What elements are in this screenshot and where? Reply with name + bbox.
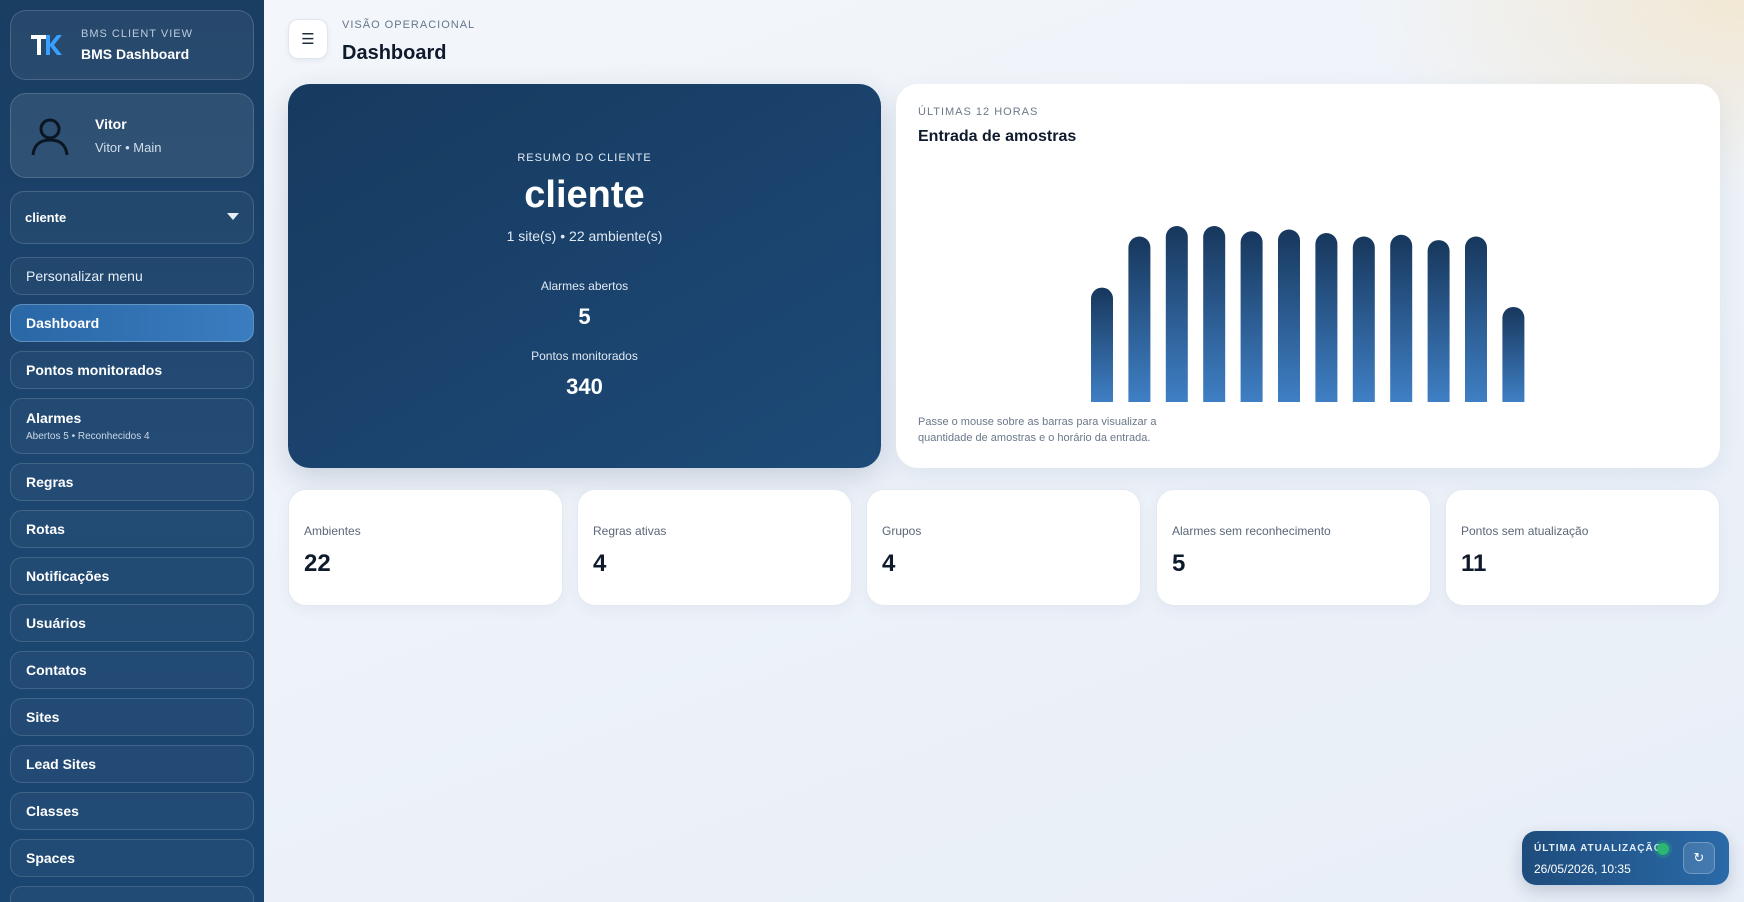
stat-value: 22 [304, 550, 331, 577]
chart-bar[interactable] [1240, 231, 1263, 402]
sidebar-item-label: Sites [26, 709, 60, 725]
open-alarms-label: Alarmes abertos [540, 279, 629, 293]
customize-menu-button[interactable]: Personalizar menu [10, 257, 254, 295]
sidebar-item-rotas[interactable]: Rotas [10, 510, 254, 548]
sidebar-item-pontos-monitorados[interactable]: Pontos monitorados [10, 351, 254, 389]
sidebar-item-label: Contatos [26, 662, 87, 678]
stat-card-grupos: Grupos 4 [866, 489, 1141, 606]
client-select-value: cliente [25, 210, 67, 225]
chart-bar[interactable] [1502, 306, 1525, 402]
last-update-time: 26/05/2026, 10:35 [1534, 862, 1631, 876]
client-select[interactable]: cliente [10, 191, 254, 244]
client-summary-card: RESUMO DO CLIENTE cliente 1 site(s) • 22… [288, 84, 881, 468]
sidebar-item-contatos[interactable]: Contatos [10, 651, 254, 689]
stat-card-pontos-sem-atualizacao: Pontos sem atualização 11 [1445, 489, 1720, 606]
sidebar-item-classes[interactable]: Classes [10, 792, 254, 830]
last-update-label: ÚLTIMA ATUALIZAÇÃO [1534, 843, 1663, 854]
user-card[interactable]: Vitor Vitor • Main [10, 93, 254, 178]
sidebar-item-more[interactable] [10, 886, 254, 902]
samples-bar-chart [1091, 226, 1525, 402]
stat-value: 5 [1172, 550, 1186, 577]
sidebar-nav: Personalizar menu Dashboard Pontos monit… [10, 257, 254, 902]
tk-logo-icon [29, 29, 67, 61]
chevron-down-icon [227, 213, 239, 220]
page-kicker: VISÃO OPERACIONAL [342, 19, 476, 31]
customize-menu-label: Personalizar menu [26, 268, 143, 284]
monitored-points-value: 340 [566, 374, 603, 399]
refresh-icon: ↻ [1693, 850, 1705, 865]
sidebar-item-label: Regras [26, 474, 74, 490]
sidebar-item-label: Lead Sites [26, 756, 97, 772]
menu-toggle-button[interactable]: ☰ [288, 19, 328, 59]
monitored-points-label: Pontos monitorados [531, 349, 638, 363]
stat-label: Pontos sem atualização [1461, 524, 1589, 538]
refresh-button[interactable]: ↻ [1683, 842, 1715, 874]
summary-kicker: RESUMO DO CLIENTE [517, 152, 652, 164]
hamburger-icon: ☰ [301, 31, 315, 48]
chart-bar[interactable] [1390, 234, 1413, 402]
stat-card-alarmes-sem-reconhecimento: Alarmes sem reconhecimento 5 [1156, 489, 1431, 606]
stat-label: Alarmes sem reconhecimento [1172, 524, 1331, 538]
sidebar-item-regras[interactable]: Regras [10, 463, 254, 501]
user-avatar-icon [29, 115, 71, 157]
sidebar-item-label: Notificações [26, 568, 110, 584]
sidebar-item-label: Rotas [26, 521, 65, 537]
sidebar-item-notificacoes[interactable]: Notificações [10, 557, 254, 595]
stat-label: Grupos [882, 524, 922, 538]
sidebar-item-sites[interactable]: Sites [10, 698, 254, 736]
chart-bar[interactable] [1128, 236, 1151, 402]
user-sub: Vitor • Main [95, 140, 162, 155]
brand-kicker: BMS CLIENT VIEW [81, 28, 193, 40]
stat-label: Ambientes [304, 524, 361, 538]
status-dot-icon [1657, 843, 1669, 855]
brand-title: BMS Dashboard [81, 46, 190, 62]
last-update-widget: ÚLTIMA ATUALIZAÇÃO 26/05/2026, 10:35 ↻ [1522, 831, 1729, 885]
sidebar-item-label: Alarmes [26, 410, 82, 426]
chart-hint: Passe o mouse sobre as barras para visua… [918, 416, 1157, 444]
sidebar-item-usuarios[interactable]: Usuários [10, 604, 254, 642]
chart-bar[interactable] [1352, 236, 1375, 402]
stat-value: 4 [882, 550, 896, 577]
user-name: Vitor [95, 116, 127, 132]
page-title: Dashboard [342, 42, 447, 64]
sidebar-item-label: Spaces [26, 850, 76, 866]
chart-bar[interactable] [1465, 236, 1487, 402]
sidebar-item-label: Dashboard [26, 315, 100, 331]
sidebar-item-label: Usuários [26, 615, 86, 631]
sidebar-item-spaces[interactable]: Spaces [10, 839, 254, 877]
chart-bar[interactable] [1203, 226, 1226, 402]
samples-chart-card: ÚLTIMAS 12 HORAS Entrada de amostras Pas… [896, 84, 1720, 468]
sidebar: BMS CLIENT VIEW BMS Dashboard Vitor Vito… [0, 0, 264, 902]
stat-label: Regras ativas [593, 524, 667, 538]
sidebar-item-label: Pontos monitorados [26, 362, 163, 378]
chart-bar[interactable] [1278, 229, 1300, 402]
stat-value: 4 [593, 550, 607, 577]
sidebar-item-alarmes[interactable]: Alarmes Abertos 5 • Reconhecidos 4 [10, 398, 254, 454]
chart-bar[interactable] [1165, 226, 1188, 402]
stat-value: 11 [1461, 550, 1487, 577]
chart-bar[interactable] [1315, 233, 1338, 402]
open-alarms-value: 5 [578, 304, 591, 329]
chart-bar[interactable] [1091, 287, 1113, 402]
sidebar-item-lead-sites[interactable]: Lead Sites [10, 745, 254, 783]
summary-client-name: cliente [524, 174, 645, 216]
chart-bar[interactable] [1427, 240, 1450, 402]
summary-meta: 1 site(s) • 22 ambiente(s) [506, 228, 663, 244]
stat-card-regras-ativas: Regras ativas 4 [577, 489, 852, 606]
sidebar-item-sub: Abertos 5 • Reconhecidos 4 [26, 431, 150, 442]
sidebar-item-dashboard[interactable]: Dashboard [10, 304, 254, 342]
sidebar-item-label: Classes [26, 803, 79, 819]
brand-card[interactable]: BMS CLIENT VIEW BMS Dashboard [10, 10, 254, 80]
stat-card-ambientes: Ambientes 22 [288, 489, 563, 606]
